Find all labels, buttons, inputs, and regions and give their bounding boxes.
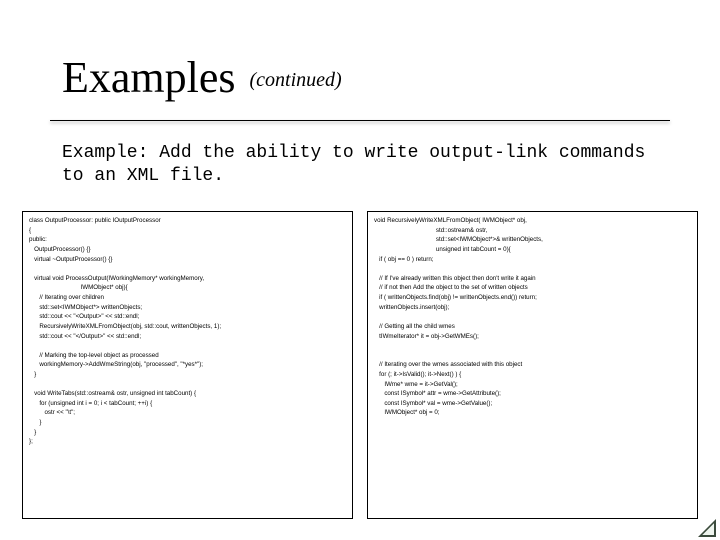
code-area: class OutputProcessor: public IOutputPro… [22, 205, 698, 525]
code-column-right: void RecursivelyWriteXMLFromObject( IWMO… [367, 211, 698, 519]
title-underline [50, 120, 670, 121]
example-description: Example: Add the ability to write output… [62, 142, 658, 187]
title-row: Examples (continued) [62, 52, 658, 103]
slide-title: Examples [62, 53, 236, 102]
code-column-left: class OutputProcessor: public IOutputPro… [22, 211, 353, 519]
page-curl-icon [698, 519, 716, 537]
slide: Examples (continued) Example: Add the ab… [0, 0, 720, 540]
slide-subtitle-tag: (continued) [250, 69, 342, 91]
